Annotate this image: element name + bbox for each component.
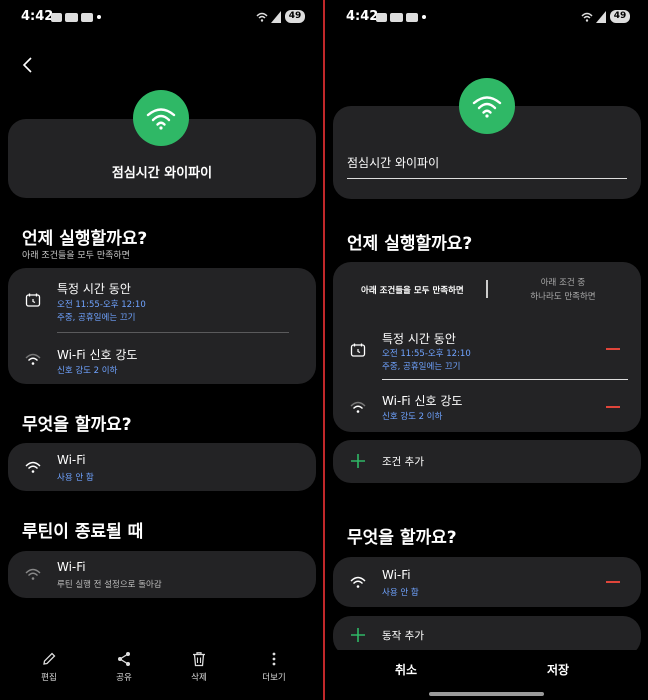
condition-wifi-value: 신호 강도 2 이하 bbox=[57, 366, 118, 376]
cancel-button[interactable]: 취소 bbox=[395, 661, 417, 678]
status-wifi-icon bbox=[581, 12, 593, 22]
end-action-value: 루틴 실행 전 설정으로 돌아감 bbox=[57, 580, 162, 590]
action-wifi-card[interactable]: Wi-Fi 사용 안 함 bbox=[333, 557, 641, 607]
share-icon bbox=[118, 652, 130, 666]
condition-wifi-signal-row[interactable]: Wi-Fi 신호 강도 신호 강도 2 이하 bbox=[333, 382, 641, 430]
when-section-title: 언제 실행할까요? bbox=[22, 229, 148, 249]
share-label: 공유 bbox=[116, 673, 132, 683]
end-section-title: 루틴이 종료될 때 bbox=[22, 522, 144, 542]
more-notifications-dot-icon bbox=[422, 15, 426, 19]
match-any-toggle[interactable]: 아래 조건 중 하나라도 만족하면 bbox=[498, 276, 628, 304]
calendar-clock-icon bbox=[25, 293, 41, 307]
more-label: 더보기 bbox=[262, 673, 286, 683]
condition-wifi-signal-row[interactable]: Wi-Fi 신호 강도 신호 강도 2 이하 bbox=[8, 334, 316, 382]
app-notification-icon bbox=[65, 13, 78, 22]
action-wifi-value: 사용 안 함 bbox=[382, 588, 419, 598]
routine-icon-circle bbox=[133, 90, 189, 146]
status-bar: 4:42 49 bbox=[0, 0, 323, 34]
action-wifi-card[interactable]: Wi-Fi 사용 안 함 bbox=[8, 443, 316, 491]
signal-icon bbox=[271, 11, 281, 23]
more-notifications-dot-icon bbox=[97, 15, 101, 19]
trash-icon bbox=[193, 652, 205, 667]
status-wifi-icon bbox=[256, 12, 268, 22]
app-notification-icon bbox=[406, 13, 418, 22]
remove-condition-minus-icon[interactable] bbox=[606, 348, 620, 350]
condition-time-title: 특정 시간 동안 bbox=[382, 332, 456, 346]
routine-edit-screen: 4:42 49 언제 실행할까요? 아래 조건들을 모두 만족하면 아래 조건 … bbox=[325, 0, 648, 700]
routine-detail-screen: 4:42 49 점심시간 와이파이 언제 실행할까요? 아래 조건들을 모두 만… bbox=[0, 0, 323, 700]
add-action-label: 동작 추가 bbox=[382, 630, 424, 642]
wifi-icon bbox=[25, 568, 41, 580]
when-section-subtitle: 아래 조건들을 모두 만족하면 bbox=[22, 251, 130, 261]
condition-time-row[interactable]: 특정 시간 동안 오전 11:55-오후 12:10 주중, 공휴일에는 끄기 bbox=[333, 322, 641, 378]
end-action-title: Wi-Fi bbox=[57, 560, 86, 574]
delete-label: 삭제 bbox=[191, 673, 207, 683]
gallery-icon bbox=[376, 13, 387, 22]
remove-action-minus-icon[interactable] bbox=[606, 581, 620, 583]
status-time: 4:42 bbox=[21, 9, 54, 24]
wifi-signal-icon bbox=[25, 353, 41, 365]
routine-title: 점심시간 와이파이 bbox=[111, 166, 213, 181]
plus-icon bbox=[351, 628, 365, 642]
wifi-icon bbox=[472, 96, 502, 118]
when-section-title: 언제 실행할까요? bbox=[347, 234, 473, 254]
app-notification-icon bbox=[81, 13, 93, 22]
what-section-title: 무엇을 할까요? bbox=[347, 528, 457, 548]
battery-indicator: 49 bbox=[285, 10, 305, 23]
match-any-label-1: 아래 조건 중 bbox=[540, 278, 586, 288]
match-any-label-2: 하나라도 만족하면 bbox=[530, 292, 596, 302]
what-section-title: 무엇을 할까요? bbox=[22, 415, 132, 435]
end-action-wifi-card[interactable]: Wi-Fi 루틴 실행 전 설정으로 돌아감 bbox=[8, 551, 316, 598]
action-wifi-title: Wi-Fi bbox=[382, 568, 411, 582]
condition-time-holiday: 주중, 공휴일에는 끄기 bbox=[382, 362, 461, 372]
add-condition-label: 조건 추가 bbox=[382, 456, 424, 468]
plus-icon bbox=[351, 454, 365, 468]
conditions-card: 특정 시간 동안 오전 11:55-오후 12:10 주중, 공휴일에는 끄기 … bbox=[8, 268, 316, 384]
condition-wifi-title: Wi-Fi 신호 강도 bbox=[382, 394, 463, 408]
action-wifi-value: 사용 안 함 bbox=[57, 473, 94, 483]
save-button[interactable]: 저장 bbox=[547, 661, 569, 678]
condition-wifi-value: 신호 강도 2 이하 bbox=[382, 412, 443, 422]
wifi-signal-icon bbox=[350, 401, 366, 413]
edit-label: 편집 bbox=[41, 673, 57, 683]
back-arrow-icon[interactable] bbox=[20, 56, 36, 74]
signal-icon bbox=[596, 11, 606, 23]
action-wifi-title: Wi-Fi bbox=[57, 453, 86, 467]
home-indicator[interactable] bbox=[429, 692, 544, 696]
status-bar: 4:42 49 bbox=[325, 0, 648, 34]
row-divider bbox=[382, 379, 628, 380]
condition-time-row[interactable]: 특정 시간 동안 오전 11:55-오후 12:10 주중, 공휴일에는 끄기 bbox=[8, 268, 316, 330]
condition-time-holiday: 주중, 공휴일에는 끄기 bbox=[57, 313, 136, 323]
wifi-icon bbox=[350, 576, 366, 588]
pencil-icon bbox=[43, 652, 56, 665]
routine-icon-circle[interactable] bbox=[459, 78, 515, 134]
more-vertical-icon bbox=[272, 652, 276, 666]
condition-time-title: 특정 시간 동안 bbox=[57, 282, 131, 296]
battery-indicator: 49 bbox=[610, 10, 630, 23]
condition-time-range: 오전 11:55-오후 12:10 bbox=[382, 349, 471, 359]
routine-name-input[interactable] bbox=[347, 151, 627, 179]
condition-time-range: 오전 11:55-오후 12:10 bbox=[57, 300, 146, 310]
condition-wifi-title: Wi-Fi 신호 강도 bbox=[57, 348, 138, 362]
match-all-toggle[interactable]: 아래 조건들을 모두 만족하면 bbox=[343, 278, 483, 302]
toggle-divider bbox=[486, 280, 488, 298]
match-all-label: 아래 조건들을 모두 만족하면 bbox=[361, 286, 464, 296]
wifi-icon bbox=[25, 461, 41, 473]
remove-condition-minus-icon[interactable] bbox=[606, 406, 620, 408]
status-time: 4:42 bbox=[346, 9, 379, 24]
row-divider bbox=[57, 332, 289, 333]
wifi-icon bbox=[146, 108, 176, 130]
gallery-icon bbox=[51, 13, 62, 22]
add-condition-button[interactable]: 조건 추가 bbox=[333, 440, 641, 483]
app-notification-icon bbox=[390, 13, 403, 22]
conditions-card: 아래 조건들을 모두 만족하면 아래 조건 중 하나라도 만족하면 특정 시간 … bbox=[333, 262, 641, 432]
calendar-clock-icon bbox=[350, 343, 366, 357]
